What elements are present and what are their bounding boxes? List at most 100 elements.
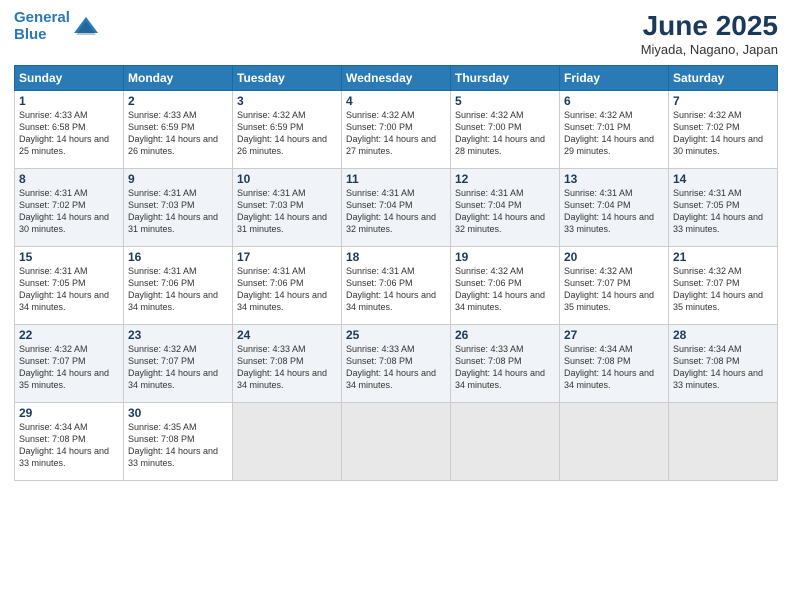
day-info: Sunrise: 4:32 AMSunset: 7:07 PMDaylight:…: [128, 343, 228, 392]
day-number: 5: [455, 94, 555, 108]
day-info: Sunrise: 4:32 AMSunset: 7:06 PMDaylight:…: [455, 265, 555, 314]
day-number: 30: [128, 406, 228, 420]
day-number: 23: [128, 328, 228, 342]
day-info: Sunrise: 4:31 AMSunset: 7:03 PMDaylight:…: [237, 187, 337, 236]
day-number: 27: [564, 328, 664, 342]
day-info: Sunrise: 4:32 AMSunset: 7:00 PMDaylight:…: [455, 109, 555, 158]
day-info: Sunrise: 4:31 AMSunset: 7:06 PMDaylight:…: [346, 265, 446, 314]
day-number: 28: [673, 328, 773, 342]
day-info: Sunrise: 4:32 AMSunset: 7:00 PMDaylight:…: [346, 109, 446, 158]
calendar-cell: 29Sunrise: 4:34 AMSunset: 7:08 PMDayligh…: [15, 403, 124, 481]
day-info: Sunrise: 4:32 AMSunset: 7:01 PMDaylight:…: [564, 109, 664, 158]
weekday-header-tuesday: Tuesday: [233, 66, 342, 91]
day-info: Sunrise: 4:33 AMSunset: 6:58 PMDaylight:…: [19, 109, 119, 158]
logo-text: GeneralBlue: [14, 10, 70, 43]
calendar-cell: 30Sunrise: 4:35 AMSunset: 7:08 PMDayligh…: [124, 403, 233, 481]
calendar-cell: 9Sunrise: 4:31 AMSunset: 7:03 PMDaylight…: [124, 169, 233, 247]
calendar-cell: 16Sunrise: 4:31 AMSunset: 7:06 PMDayligh…: [124, 247, 233, 325]
calendar-cell: 17Sunrise: 4:31 AMSunset: 7:06 PMDayligh…: [233, 247, 342, 325]
calendar-cell: 2Sunrise: 4:33 AMSunset: 6:59 PMDaylight…: [124, 91, 233, 169]
week-row-5: 29Sunrise: 4:34 AMSunset: 7:08 PMDayligh…: [15, 403, 778, 481]
day-number: 8: [19, 172, 119, 186]
day-number: 12: [455, 172, 555, 186]
week-row-2: 8Sunrise: 4:31 AMSunset: 7:02 PMDaylight…: [15, 169, 778, 247]
day-info: Sunrise: 4:32 AMSunset: 7:07 PMDaylight:…: [564, 265, 664, 314]
day-number: 6: [564, 94, 664, 108]
day-number: 9: [128, 172, 228, 186]
calendar-cell: 11Sunrise: 4:31 AMSunset: 7:04 PMDayligh…: [342, 169, 451, 247]
calendar-cell: [233, 403, 342, 481]
title-block: June 2025 Miyada, Nagano, Japan: [641, 10, 778, 57]
day-number: 4: [346, 94, 446, 108]
day-info: Sunrise: 4:34 AMSunset: 7:08 PMDaylight:…: [673, 343, 773, 392]
page-header: GeneralBlue June 2025 Miyada, Nagano, Ja…: [14, 10, 778, 57]
day-number: 19: [455, 250, 555, 264]
calendar-table: SundayMondayTuesdayWednesdayThursdayFrid…: [14, 65, 778, 481]
weekday-header-monday: Monday: [124, 66, 233, 91]
calendar-cell: 25Sunrise: 4:33 AMSunset: 7:08 PMDayligh…: [342, 325, 451, 403]
day-info: Sunrise: 4:31 AMSunset: 7:06 PMDaylight:…: [237, 265, 337, 314]
calendar-cell: [342, 403, 451, 481]
day-info: Sunrise: 4:35 AMSunset: 7:08 PMDaylight:…: [128, 421, 228, 470]
calendar-cell: 28Sunrise: 4:34 AMSunset: 7:08 PMDayligh…: [669, 325, 778, 403]
day-number: 13: [564, 172, 664, 186]
calendar-cell: 22Sunrise: 4:32 AMSunset: 7:07 PMDayligh…: [15, 325, 124, 403]
day-number: 17: [237, 250, 337, 264]
calendar-cell: 12Sunrise: 4:31 AMSunset: 7:04 PMDayligh…: [451, 169, 560, 247]
weekday-header-sunday: Sunday: [15, 66, 124, 91]
weekday-header-row: SundayMondayTuesdayWednesdayThursdayFrid…: [15, 66, 778, 91]
week-row-4: 22 Sunrise: 4:32 AMSunset: 7:07 PMDayligh…: [15, 325, 778, 403]
calendar-cell: 1Sunrise: 4:33 AMSunset: 6:58 PMDaylight…: [15, 91, 124, 169]
day-info: Sunrise: 4:31 AMSunset: 7:05 PMDaylight:…: [19, 265, 119, 314]
logo: GeneralBlue: [14, 10, 100, 43]
day-info: Sunrise: 4:32 AMSunset: 7:02 PMDaylight:…: [673, 109, 773, 158]
day-number: 22: [19, 328, 119, 342]
day-number: 24: [237, 328, 337, 342]
day-number: 21: [673, 250, 773, 264]
day-number: 7: [673, 94, 773, 108]
logo-icon: [72, 13, 100, 41]
calendar-cell: 27Sunrise: 4:34 AMSunset: 7:08 PMDayligh…: [560, 325, 669, 403]
week-row-1: 1Sunrise: 4:33 AMSunset: 6:58 PMDaylight…: [15, 91, 778, 169]
calendar-cell: 8Sunrise: 4:31 AMSunset: 7:02 PMDaylight…: [15, 169, 124, 247]
calendar-cell: [669, 403, 778, 481]
day-info: Sunrise: 4:31 AMSunset: 7:04 PMDaylight:…: [455, 187, 555, 236]
day-info: Sunrise: 4:32 AMSunset: 6:59 PMDaylight:…: [237, 109, 337, 158]
calendar-cell: 24Sunrise: 4:33 AMSunset: 7:08 PMDayligh…: [233, 325, 342, 403]
calendar-cell: 18Sunrise: 4:31 AMSunset: 7:06 PMDayligh…: [342, 247, 451, 325]
day-info: Sunrise: 4:32 AMSunset: 7:07 PMDaylight:…: [673, 265, 773, 314]
calendar-cell: 15Sunrise: 4:31 AMSunset: 7:05 PMDayligh…: [15, 247, 124, 325]
day-info: Sunrise: 4:33 AMSunset: 7:08 PMDaylight:…: [455, 343, 555, 392]
day-number: 20: [564, 250, 664, 264]
day-info: Sunrise: 4:34 AMSunset: 7:08 PMDaylight:…: [19, 421, 119, 470]
day-info: Sunrise: 4:34 AMSunset: 7:08 PMDaylight:…: [564, 343, 664, 392]
month-title: June 2025: [641, 10, 778, 42]
day-number: 1: [19, 94, 119, 108]
day-info: Sunrise: 4:31 AMSunset: 7:06 PMDaylight:…: [128, 265, 228, 314]
weekday-header-thursday: Thursday: [451, 66, 560, 91]
calendar-cell: 19Sunrise: 4:32 AMSunset: 7:06 PMDayligh…: [451, 247, 560, 325]
calendar-cell: [560, 403, 669, 481]
weekday-header-saturday: Saturday: [669, 66, 778, 91]
calendar-cell: 20Sunrise: 4:32 AMSunset: 7:07 PMDayligh…: [560, 247, 669, 325]
day-number: 16: [128, 250, 228, 264]
day-info: Sunrise: 4:33 AMSunset: 7:08 PMDaylight:…: [346, 343, 446, 392]
calendar-cell: 3Sunrise: 4:32 AMSunset: 6:59 PMDaylight…: [233, 91, 342, 169]
calendar-cell: 10Sunrise: 4:31 AMSunset: 7:03 PMDayligh…: [233, 169, 342, 247]
calendar-cell: 14Sunrise: 4:31 AMSunset: 7:05 PMDayligh…: [669, 169, 778, 247]
day-info: Sunrise: 4:31 AMSunset: 7:03 PMDaylight:…: [128, 187, 228, 236]
day-info: Sunrise: 4:31 AMSunset: 7:04 PMDaylight:…: [346, 187, 446, 236]
calendar-cell: 26Sunrise: 4:33 AMSunset: 7:08 PMDayligh…: [451, 325, 560, 403]
day-number: 3: [237, 94, 337, 108]
calendar-cell: 23Sunrise: 4:32 AMSunset: 7:07 PMDayligh…: [124, 325, 233, 403]
day-number: 11: [346, 172, 446, 186]
day-info: Sunrise: 4:31 AMSunset: 7:02 PMDaylight:…: [19, 187, 119, 236]
day-number: 10: [237, 172, 337, 186]
weekday-header-wednesday: Wednesday: [342, 66, 451, 91]
day-number: 15: [19, 250, 119, 264]
day-info: Sunrise: 4:31 AMSunset: 7:04 PMDaylight:…: [564, 187, 664, 236]
day-number: 26: [455, 328, 555, 342]
day-number: 25: [346, 328, 446, 342]
day-info: Sunrise: 4:33 AMSunset: 7:08 PMDaylight:…: [237, 343, 337, 392]
week-row-3: 15Sunrise: 4:31 AMSunset: 7:05 PMDayligh…: [15, 247, 778, 325]
